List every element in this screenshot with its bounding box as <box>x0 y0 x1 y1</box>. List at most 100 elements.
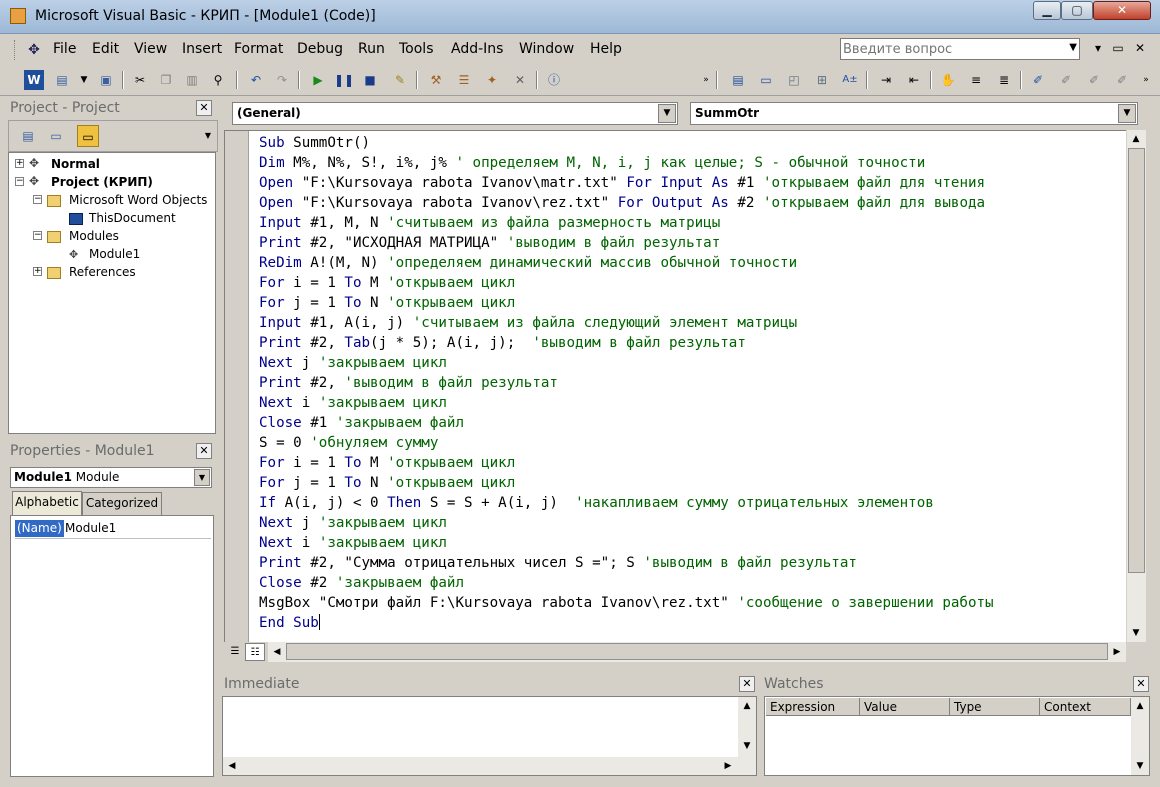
ask-question-input[interactable] <box>843 40 1058 58</box>
scroll-down-icon[interactable]: ▼ <box>1131 757 1149 775</box>
code-line[interactable]: Next j 'закрываем цикл <box>259 513 1125 533</box>
code-line[interactable]: S = 0 'обнуляем сумму <box>259 433 1125 453</box>
watches-window[interactable]: Expression Value Type Context ▲ ▼ <box>764 696 1150 776</box>
chevron-down-icon[interactable]: ▼ <box>1069 42 1077 53</box>
collapse-toggle[interactable]: − <box>15 177 24 186</box>
tab-alphabetic[interactable]: Alphabetic <box>12 491 82 515</box>
toolbar-overflow-icon[interactable]: ▼ <box>201 125 215 147</box>
column-expression[interactable]: Expression <box>766 698 860 716</box>
tree-item-project[interactable]: Project (КРИП) <box>51 173 153 191</box>
code-line[interactable]: Dim M%, N%, S!, i%, j% ' определяем M, N… <box>259 153 1125 173</box>
help-icon[interactable]: ⓘ <box>544 70 564 90</box>
toolbar-overflow-icon[interactable]: » <box>696 70 716 90</box>
code-line[interactable]: Sub SummOtr() <box>259 133 1125 153</box>
chevron-down-icon[interactable]: ▼ <box>1118 104 1136 123</box>
menu-format[interactable]: Format <box>234 41 283 57</box>
toggle-bookmark-icon[interactable]: ✐ <box>1028 70 1048 90</box>
tree-item-modules[interactable]: Modules <box>69 227 119 245</box>
title-bar[interactable]: Microsoft Visual Basic - КРИП - [Module1… <box>0 0 1160 34</box>
code-line[interactable]: Print #2, Tab(j * 5); A(i, j); 'выводим … <box>259 333 1125 353</box>
break-icon[interactable]: ❚❚ <box>334 70 354 90</box>
menu-view[interactable]: View <box>134 41 167 57</box>
toggle-breakpoint-icon[interactable]: ✋ <box>938 70 958 90</box>
maximize-button[interactable]: ▢ <box>1061 1 1093 20</box>
code-line[interactable]: For j = 1 To N 'открываем цикл <box>259 473 1125 493</box>
design-mode-icon[interactable]: ✎ <box>390 70 410 90</box>
properties-window-icon[interactable]: ☰ <box>454 70 474 90</box>
column-type[interactable]: Type <box>950 698 1040 716</box>
close-button[interactable]: ✕ <box>1093 1 1151 20</box>
tree-item-references[interactable]: References <box>69 263 136 281</box>
chevron-down-icon[interactable]: ▼ <box>74 70 94 90</box>
property-name[interactable]: (Name) <box>15 520 64 537</box>
toggle-folders-icon[interactable]: ▭ <box>77 125 99 147</box>
mdi-minimize-icon[interactable]: ▾ <box>1090 41 1106 55</box>
vertical-scrollbar[interactable]: ▲ ▼ <box>1126 130 1146 642</box>
menu-insert[interactable]: Insert <box>182 41 222 57</box>
code-line[interactable]: Open "F:\Kursovaya rabota Ivanov\rez.txt… <box>259 193 1125 213</box>
code-line[interactable]: Close #1 'закрываем файл <box>259 413 1125 433</box>
code-line[interactable]: Print #2, 'выводим в файл результат <box>259 373 1125 393</box>
object-combo[interactable]: (General) ▼ <box>232 102 678 125</box>
find-icon[interactable]: ⚲ <box>208 70 228 90</box>
scroll-down-icon[interactable]: ▼ <box>738 737 756 755</box>
tree-item-thisdocument[interactable]: ThisDocument <box>89 209 176 227</box>
menu-run[interactable]: Run <box>358 41 385 57</box>
vertical-scrollbar[interactable]: ▲ ▼ <box>1131 697 1149 775</box>
menu-file[interactable]: File <box>53 41 76 57</box>
procedure-combo[interactable]: SummOtr ▼ <box>690 102 1138 125</box>
menu-tools[interactable]: Tools <box>399 41 434 57</box>
menu-addins[interactable]: Add-Ins <box>451 41 503 57</box>
full-module-view-icon[interactable]: ☷ <box>245 643 265 661</box>
tree-item-word-objects[interactable]: Microsoft Word Objects <box>69 191 207 209</box>
toolbar-overflow-icon[interactable]: » <box>1136 70 1156 90</box>
mdi-close-icon[interactable]: ✕ <box>1132 41 1148 55</box>
close-icon[interactable]: ✕ <box>196 100 212 116</box>
cut-icon[interactable]: ✂ <box>130 70 150 90</box>
scroll-thumb[interactable] <box>286 643 1108 660</box>
indent-icon[interactable]: ⇥ <box>876 70 896 90</box>
view-object-icon[interactable]: ▭ <box>45 125 67 147</box>
close-icon[interactable]: ✕ <box>739 676 755 692</box>
scroll-left-icon[interactable]: ◀ <box>268 643 286 661</box>
menu-window[interactable]: Window <box>519 41 574 57</box>
uncomment-block-icon[interactable]: ≣ <box>994 70 1014 90</box>
expand-toggle[interactable]: + <box>15 159 24 168</box>
procedure-view-icon[interactable]: ☰ <box>226 643 244 661</box>
code-line[interactable]: For i = 1 To M 'открываем цикл <box>259 273 1125 293</box>
next-bookmark-icon[interactable]: ✐ <box>1056 70 1076 90</box>
paste-icon[interactable]: ▥ <box>182 70 202 90</box>
previous-bookmark-icon[interactable]: ✐ <box>1084 70 1104 90</box>
scroll-up-icon[interactable]: ▲ <box>738 697 756 715</box>
column-value[interactable]: Value <box>860 698 950 716</box>
chevron-down-icon[interactable]: ▼ <box>194 469 210 486</box>
code-line[interactable]: Input #1, M, N 'считываем из файла разме… <box>259 213 1125 233</box>
code-line[interactable]: Next i 'закрываем цикл <box>259 393 1125 413</box>
expand-toggle[interactable]: + <box>33 267 42 276</box>
close-icon[interactable]: ✕ <box>1133 676 1149 692</box>
collapse-toggle[interactable]: − <box>33 195 42 204</box>
save-icon[interactable]: ▣ <box>96 70 116 90</box>
scroll-up-icon[interactable]: ▲ <box>1127 130 1145 148</box>
copy-icon[interactable]: ❐ <box>156 70 176 90</box>
code-lines[interactable]: Sub SummOtr()Dim M%, N%, S!, i%, j% ' оп… <box>259 133 1125 641</box>
object-selector[interactable]: Module1 Module ▼ <box>10 467 212 488</box>
project-explorer-icon[interactable]: ⚒ <box>426 70 446 90</box>
clear-bookmarks-icon[interactable]: ✐ <box>1112 70 1132 90</box>
code-line[interactable]: If A(i, j) < 0 Then S = S + A(i, j) 'нак… <box>259 493 1125 513</box>
view-code-icon[interactable]: ▤ <box>17 125 39 147</box>
scroll-down-icon[interactable]: ▼ <box>1127 624 1145 642</box>
collapse-toggle[interactable]: − <box>33 231 42 240</box>
parameter-info-icon[interactable]: ⊞ <box>812 70 832 90</box>
mdi-restore-icon[interactable]: ▭ <box>1110 41 1126 55</box>
complete-word-icon[interactable]: A± <box>840 70 860 90</box>
toolbar-grip[interactable] <box>14 40 17 60</box>
quick-info-icon[interactable]: ◰ <box>784 70 804 90</box>
close-icon[interactable]: ✕ <box>196 443 212 459</box>
immediate-window[interactable]: ▲ ▼ ◀ ▶ <box>222 696 757 776</box>
code-line[interactable]: ReDim A!(M, N) 'определяем динамический … <box>259 253 1125 273</box>
tab-categorized[interactable]: Categorized <box>82 492 162 515</box>
code-line[interactable]: End Sub <box>259 613 1125 633</box>
insert-userform-icon[interactable]: ▤ <box>52 70 72 90</box>
code-line[interactable]: Print #2, "ИСХОДНАЯ МАТРИЦА" 'выводим в … <box>259 233 1125 253</box>
